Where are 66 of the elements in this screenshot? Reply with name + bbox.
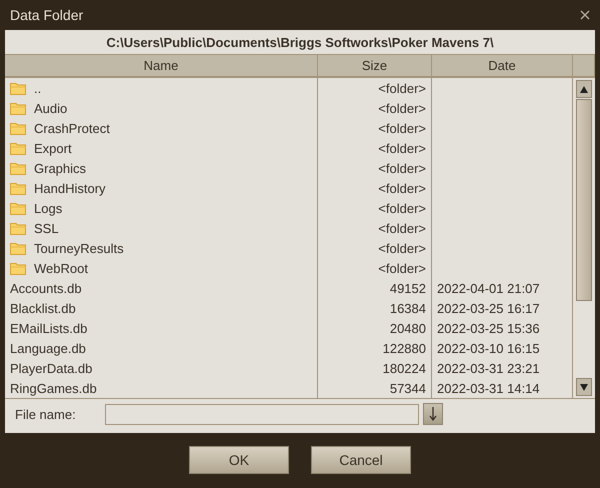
- size-cell: <folder>: [318, 138, 432, 158]
- up-arrow-icon: [580, 86, 588, 92]
- folder-icon: [10, 142, 26, 154]
- name-cell[interactable]: WebRoot: [5, 258, 318, 278]
- size-cell: 16384: [318, 298, 432, 318]
- date-cell: 2022-03-31 14:14: [432, 378, 573, 398]
- size-cell: <folder>: [318, 198, 432, 218]
- cancel-button[interactable]: Cancel: [311, 446, 411, 474]
- size-cell: 180224: [318, 358, 432, 378]
- folder-icon: [10, 182, 26, 194]
- folder-icon: [10, 222, 26, 234]
- size-cell: <folder>: [318, 98, 432, 118]
- name-cell[interactable]: Language.db: [5, 338, 318, 358]
- name-cell[interactable]: Accounts.db: [5, 278, 318, 298]
- column-header[interactable]: Name: [5, 54, 318, 78]
- column-header[interactable]: Date: [432, 54, 573, 78]
- folder-icon: [10, 82, 26, 94]
- column-header[interactable]: Size: [318, 54, 432, 78]
- scrollbar-thumb[interactable]: [576, 99, 592, 301]
- name-cell[interactable]: Graphics: [5, 158, 318, 178]
- name-cell[interactable]: SSL: [5, 218, 318, 238]
- dropdown-button[interactable]: [423, 403, 443, 425]
- size-cell: <folder>: [318, 238, 432, 258]
- name-cell[interactable]: Blacklist.db: [5, 298, 318, 318]
- date-cell: 2022-03-25 15:36: [432, 318, 573, 338]
- scroll-down-button[interactable]: [576, 378, 592, 396]
- name-cell[interactable]: EMailLists.db: [5, 318, 318, 338]
- size-cell: <folder>: [318, 218, 432, 238]
- name-cell[interactable]: CrashProtect: [5, 118, 318, 138]
- ok-button[interactable]: OK: [189, 446, 289, 474]
- folder-icon: [10, 102, 26, 114]
- down-arrow-icon: [580, 384, 588, 390]
- folder-icon: [10, 202, 26, 214]
- name-cell[interactable]: Audio: [5, 98, 318, 118]
- size-cell: <folder>: [318, 258, 432, 278]
- size-cell: 122880: [318, 338, 432, 358]
- folder-icon: [10, 162, 26, 174]
- name-cell[interactable]: TourneyResults: [5, 238, 318, 258]
- file-name-label: File name:: [15, 406, 77, 422]
- close-icon[interactable]: [580, 10, 590, 20]
- folder-icon: [10, 262, 26, 274]
- size-cell: 20480: [318, 318, 432, 338]
- size-cell: <folder>: [318, 158, 432, 178]
- size-cell: <folder>: [318, 178, 432, 198]
- size-cell: <folder>: [318, 78, 432, 98]
- date-cell: 2022-03-10 16:15: [432, 338, 573, 358]
- window-title: Data Folder: [10, 7, 84, 23]
- folder-icon: [10, 122, 26, 134]
- folder-path: C:\Users\Public\Documents\Briggs Softworks\Poker Mavens 7\: [106, 34, 494, 50]
- folder-icon: [10, 242, 26, 254]
- date-cell: 2022-03-25 16:17: [432, 298, 573, 318]
- name-cell[interactable]: PlayerData.db: [5, 358, 318, 378]
- name-cell[interactable]: Logs: [5, 198, 318, 218]
- size-cell: 49152: [318, 278, 432, 298]
- name-cell[interactable]: ..: [5, 78, 318, 98]
- name-cell[interactable]: RingGames.db: [5, 378, 318, 398]
- scroll-up-button[interactable]: [576, 80, 592, 98]
- size-cell: <folder>: [318, 118, 432, 138]
- name-cell[interactable]: Export: [5, 138, 318, 158]
- date-cell: 2022-04-01 21:07: [432, 278, 573, 298]
- size-cell: 57344: [318, 378, 432, 398]
- file-name-field[interactable]: [105, 404, 419, 424]
- header-corner: [573, 54, 595, 78]
- date-cell: 2022-03-31 23:21: [432, 358, 573, 378]
- name-cell[interactable]: HandHistory: [5, 178, 318, 198]
- down-arrow-icon: [429, 407, 437, 421]
